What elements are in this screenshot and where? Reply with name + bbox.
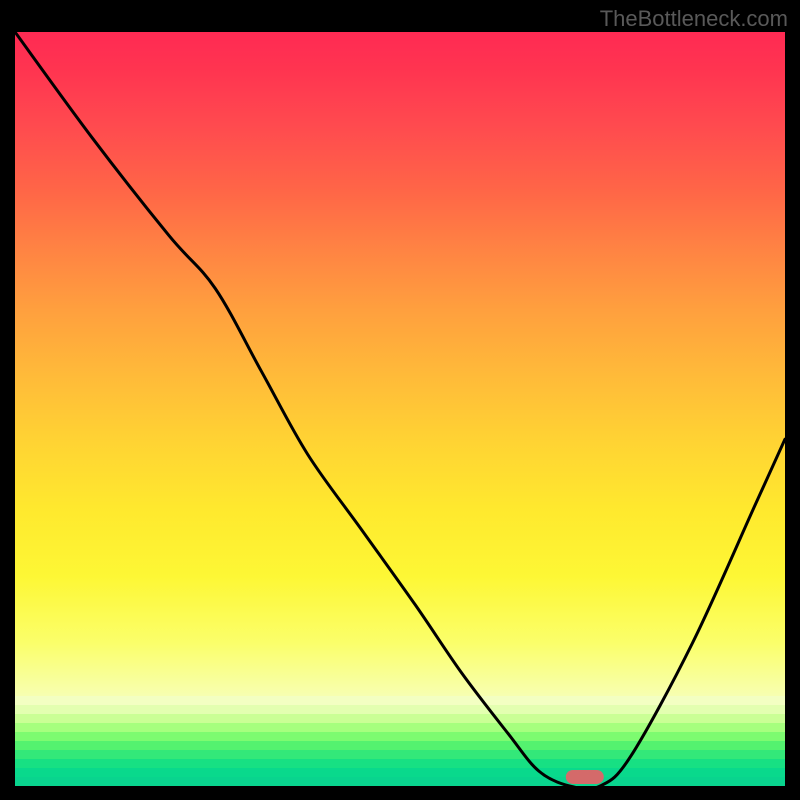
chart-root: TheBottleneck.com <box>0 0 800 800</box>
watermark: TheBottleneck.com <box>600 6 788 32</box>
plot-svg <box>15 32 785 786</box>
minimum-marker <box>566 770 604 784</box>
curve-line <box>15 32 785 786</box>
plot-area <box>15 32 785 786</box>
